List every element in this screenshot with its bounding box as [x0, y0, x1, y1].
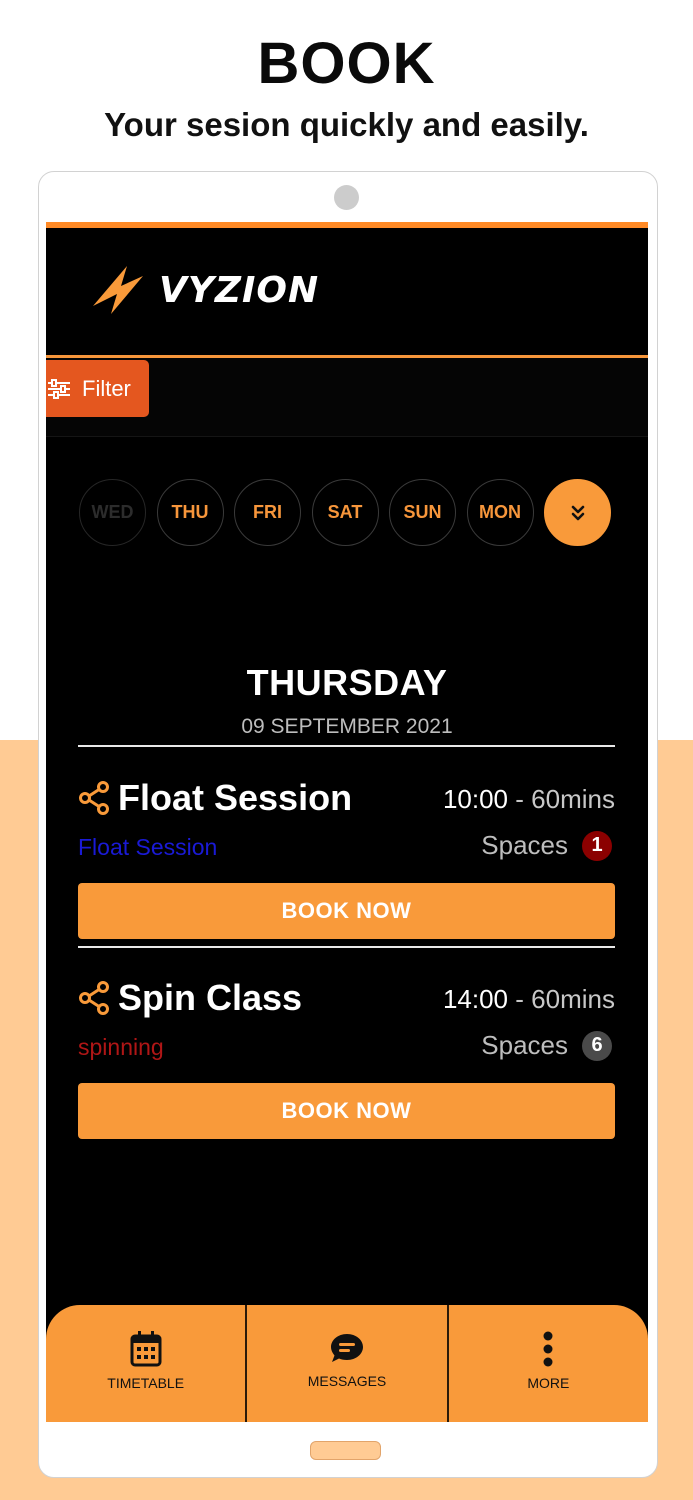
session-time: 10:00 - 60mins: [443, 784, 615, 815]
session-title: Float Session: [118, 777, 353, 818]
spaces-count-badge: 6: [582, 1030, 612, 1061]
spaces-label: Spaces: [481, 830, 568, 860]
session-title-row: Float Session: [78, 777, 352, 819]
promo-subhead: Your sesion quickly and easily.: [104, 106, 589, 143]
session-spaces: Spaces 1: [481, 830, 612, 861]
promo-headline: BOOK: [257, 31, 436, 96]
chat-bubble-icon: [330, 1334, 363, 1362]
nav-timetable[interactable]: TIMETABLE: [46, 1305, 245, 1422]
day-thu[interactable]: THU: [156, 479, 224, 546]
double-chevron-down-icon: [571, 505, 584, 520]
lightning-bolt-icon: [93, 266, 143, 314]
day-wed: WED: [79, 479, 146, 546]
session-time-separator: -: [515, 784, 524, 814]
filter-label: Filter: [82, 375, 131, 401]
session-spaces: Spaces 6: [481, 1030, 612, 1061]
app-screen: VYZION Filter WED THU FRI SAT SUN MON TH…: [46, 222, 648, 1422]
nav-messages-label: MESSAGES: [307, 1373, 387, 1389]
day-mon[interactable]: MON: [466, 479, 534, 546]
vyzion-logo: VYZION: [91, 264, 319, 316]
nav-more[interactable]: MORE: [446, 1305, 648, 1422]
session-time-separator: -: [515, 984, 524, 1014]
device-home-button: [310, 1441, 381, 1460]
logo-text: VYZION: [159, 269, 320, 311]
filter-button[interactable]: Filter: [46, 360, 149, 417]
session-title-row: Spin Class: [78, 977, 302, 1019]
divider: [78, 946, 615, 948]
book-now-button[interactable]: BOOK NOW: [78, 1083, 615, 1139]
spaces-count-badge: 1: [582, 830, 612, 861]
nav-messages[interactable]: MESSAGES: [245, 1305, 446, 1422]
session-start-time: 14:00: [442, 984, 509, 1014]
spaces-label: Spaces: [481, 1030, 568, 1060]
session-duration: 60mins: [531, 784, 615, 814]
day-fri[interactable]: FRI: [234, 479, 301, 546]
nav-timetable-label: TIMETABLE: [107, 1375, 185, 1391]
day-sat[interactable]: SAT: [311, 479, 379, 546]
session-category: Float Session: [78, 834, 218, 860]
day-sun[interactable]: SUN: [389, 479, 456, 546]
session-category: spinning: [78, 1034, 164, 1060]
book-now-button[interactable]: BOOK NOW: [78, 883, 615, 939]
session-duration: 60mins: [531, 984, 615, 1014]
session-title: Spin Class: [118, 977, 303, 1018]
more-vertical-icon: [543, 1331, 553, 1367]
day-selector: WED THU FRI SAT SUN MON: [79, 479, 622, 546]
bottom-navigation: TIMETABLE MESSAGES MORE: [46, 1305, 648, 1422]
top-accent-bar: [46, 222, 648, 228]
sliders-icon: [48, 378, 70, 399]
divider: [78, 745, 615, 747]
selected-day-date: 09 SEPTEMBER 2021: [241, 715, 453, 738]
filter-bar: Filter: [46, 358, 648, 437]
share-icon[interactable]: [78, 781, 110, 815]
session-time: 14:00 - 60mins: [443, 984, 615, 1015]
session-start-time: 10:00: [442, 784, 509, 814]
selected-day-name: THURSDAY: [246, 662, 448, 703]
share-icon[interactable]: [78, 981, 110, 1015]
calendar-icon: [130, 1331, 162, 1367]
nav-more-label: MORE: [527, 1375, 570, 1391]
more-days-button[interactable]: [544, 479, 611, 546]
device-camera: [334, 185, 359, 210]
